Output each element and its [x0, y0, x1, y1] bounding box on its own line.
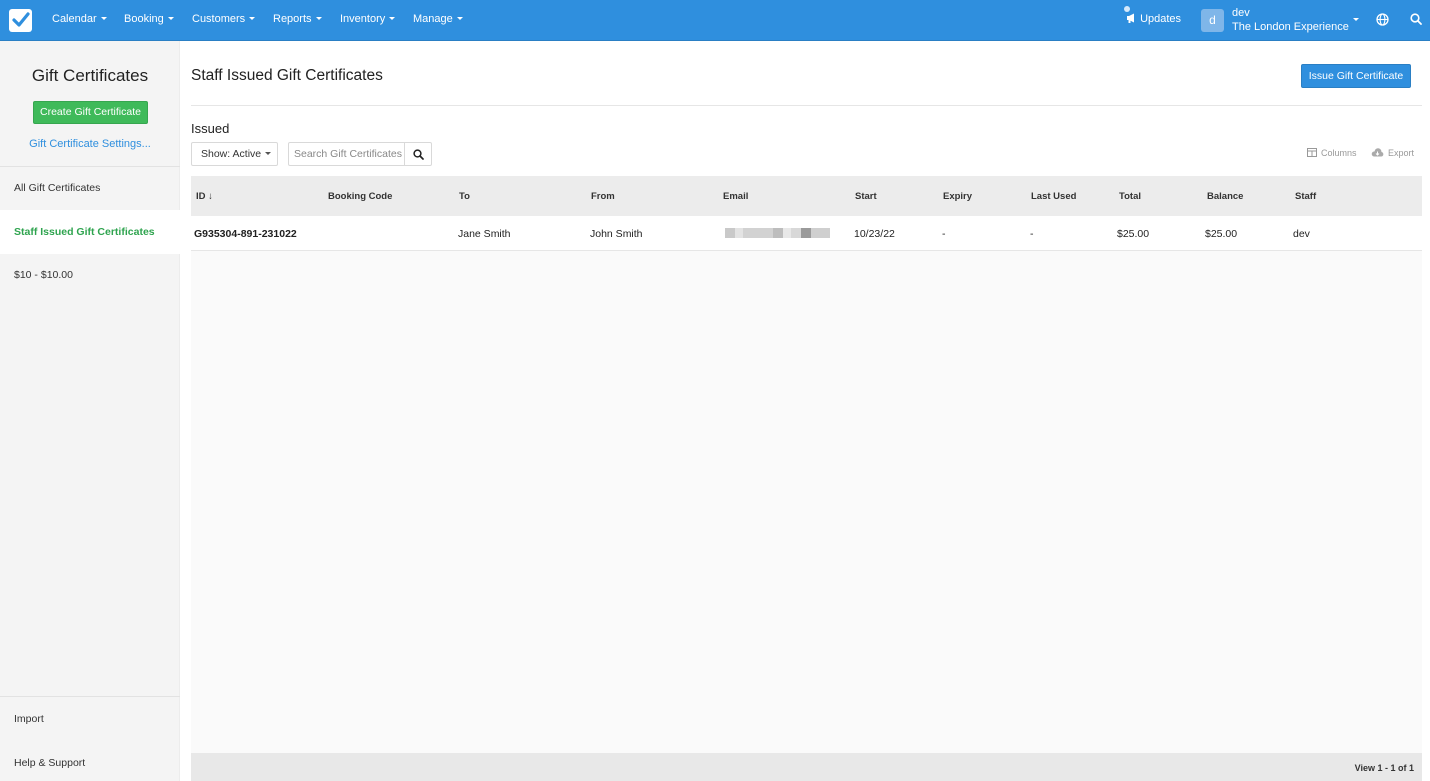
column-header-start[interactable]: Start: [855, 191, 877, 202]
cell-id[interactable]: G935304-891-231022: [194, 228, 297, 240]
updates-label: Updates: [1140, 13, 1182, 25]
updates-button[interactable]: Updates: [1124, 6, 1182, 25]
sidebar-item-staff-issued[interactable]: Staff Issued Gift Certificates: [0, 210, 180, 254]
column-header-staff[interactable]: Staff: [1295, 191, 1316, 202]
nav-manage[interactable]: Manage: [413, 13, 463, 25]
caret-down-icon: [456, 17, 463, 20]
export-button[interactable]: Export: [1371, 148, 1414, 158]
table-header: ID ↓ Booking Code To From Email Start Ex…: [191, 176, 1422, 216]
user-menu-caret-icon[interactable]: [1353, 18, 1359, 21]
cell-expiry: -: [942, 228, 946, 240]
sidebar-item-import[interactable]: Import: [0, 697, 180, 741]
columns-label: Columns: [1321, 148, 1357, 158]
column-header-expiry[interactable]: Expiry: [943, 191, 972, 202]
nav-calendar-label: Calendar: [52, 13, 97, 25]
cell-from: John Smith: [590, 228, 643, 240]
sidebar-item-10-dollar[interactable]: $10 - $10.00: [0, 253, 180, 297]
notification-dot: [1124, 6, 1130, 12]
globe-icon[interactable]: [1376, 13, 1389, 26]
megaphone-icon: [1127, 13, 1134, 23]
sidebar-item-help-support[interactable]: Help & Support: [0, 741, 180, 781]
sidebar-item-all-gift-certificates[interactable]: All Gift Certificates: [0, 166, 180, 210]
nav-customers[interactable]: Customers: [192, 13, 256, 25]
nav-manage-label: Manage: [413, 13, 453, 25]
issue-gift-certificate-button[interactable]: Issue Gift Certificate: [1301, 64, 1411, 88]
cell-last-used: -: [1030, 228, 1034, 240]
top-navbar: Calendar Booking Customers Reports Inven…: [0, 0, 1430, 41]
user-organization[interactable]: The London Experience: [1232, 21, 1349, 33]
cell-total: $25.00: [1117, 228, 1150, 240]
show-filter-label: Show: Active: [201, 148, 262, 160]
nav-inventory[interactable]: Inventory: [340, 13, 396, 25]
column-header-to[interactable]: To: [459, 191, 470, 202]
table-footer: View 1 - 1 of 1: [191, 753, 1422, 781]
caret-down-icon: [315, 17, 322, 20]
column-header-total[interactable]: Total: [1119, 191, 1141, 202]
section-title: Issued: [191, 121, 230, 136]
cell-to: Jane Smith: [458, 228, 511, 240]
search-icon[interactable]: [1410, 13, 1422, 25]
nav-inventory-label: Inventory: [340, 13, 386, 25]
nav-customers-label: Customers: [192, 13, 246, 25]
search-icon: [413, 149, 424, 160]
column-header-email[interactable]: Email: [723, 191, 748, 202]
column-header-from[interactable]: From: [591, 191, 615, 202]
pager-info: View 1 - 1 of 1: [1354, 763, 1414, 773]
nav-booking-label: Booking: [124, 13, 164, 25]
table-columns-icon: [1307, 148, 1317, 157]
table-row[interactable]: G935304-891-231022 Jane Smith John Smith…: [191, 216, 1422, 251]
export-label: Export: [1388, 148, 1415, 158]
cell-balance: $25.00: [1205, 228, 1238, 240]
caret-down-icon: [100, 17, 107, 20]
show-filter-dropdown[interactable]: Show: Active: [191, 142, 278, 166]
caret-down-icon: [389, 17, 396, 20]
nav-calendar[interactable]: Calendar: [52, 13, 107, 25]
cell-staff: dev: [1293, 228, 1310, 240]
nav-reports[interactable]: Reports: [273, 13, 322, 25]
search-button[interactable]: [404, 142, 432, 166]
column-header-balance[interactable]: Balance: [1207, 191, 1243, 202]
app-logo-checkmark-icon[interactable]: [9, 9, 32, 32]
column-header-id[interactable]: ID ↓: [196, 191, 213, 202]
user-name[interactable]: dev: [1232, 7, 1250, 19]
nav-booking[interactable]: Booking: [124, 13, 174, 25]
caret-down-icon: [249, 17, 256, 20]
avatar[interactable]: d: [1201, 9, 1224, 32]
column-header-last-used[interactable]: Last Used: [1031, 191, 1076, 202]
caret-down-icon: [167, 17, 174, 20]
sidebar: Gift Certificates Create Gift Certificat…: [0, 41, 180, 781]
column-header-booking-code[interactable]: Booking Code: [328, 191, 392, 202]
header-divider: [191, 105, 1422, 106]
cell-email-redacted: [725, 228, 830, 238]
gift-certificate-settings-link[interactable]: Gift Certificate Settings...: [0, 138, 180, 150]
cloud-download-icon: [1371, 148, 1384, 157]
page-title: Staff Issued Gift Certificates: [191, 67, 383, 84]
columns-button[interactable]: Columns: [1307, 148, 1357, 158]
sidebar-title: Gift Certificates: [31, 66, 149, 85]
nav-reports-label: Reports: [273, 13, 312, 25]
cell-start: 10/23/22: [854, 228, 895, 240]
caret-down-icon: [265, 152, 272, 155]
gift-certificates-table: ID ↓ Booking Code To From Email Start Ex…: [191, 176, 1422, 781]
create-gift-certificate-button[interactable]: Create Gift Certificate: [33, 101, 148, 124]
search-input[interactable]: [288, 142, 405, 166]
